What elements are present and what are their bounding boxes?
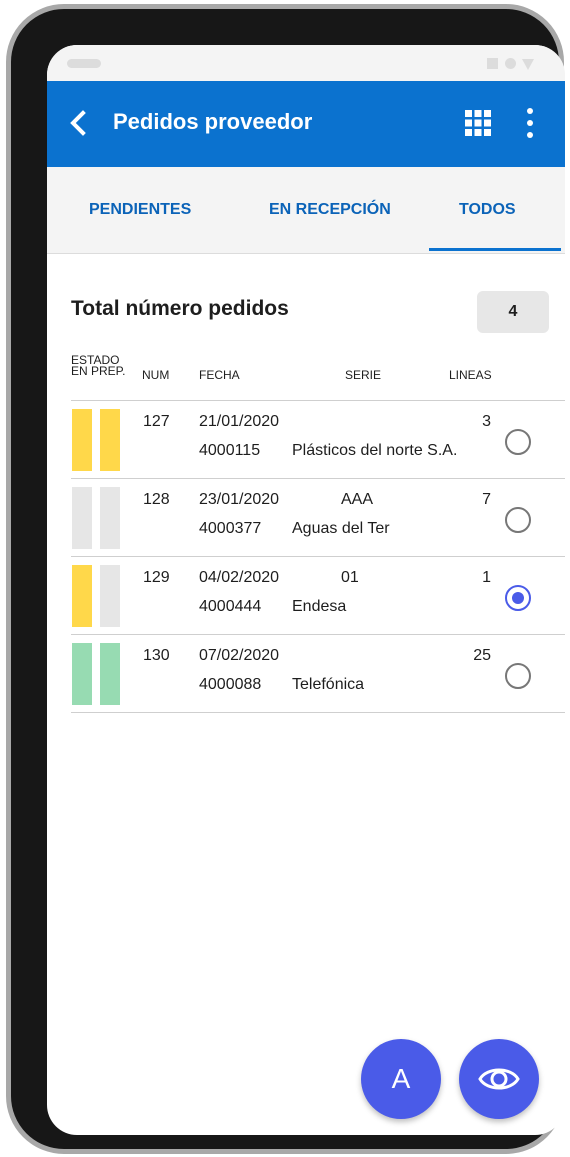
chevron-left-icon[interactable] [61, 105, 97, 141]
col-header-num: NUM [142, 368, 170, 382]
select-radio[interactable] [505, 507, 531, 533]
estado-indicator [72, 487, 92, 549]
supplier-code: 4000088 [199, 676, 262, 693]
tab-pendientes[interactable]: PENDIENTES [89, 201, 191, 219]
order-num: 129 [143, 569, 170, 586]
table-row[interactable]: 130 07/02/2020 25 4000088 Telefónica [71, 635, 565, 713]
order-lineas: 3 [482, 413, 491, 430]
select-radio[interactable] [505, 585, 531, 611]
order-serie: 01 [341, 569, 359, 586]
col-header-fecha: FECHA [199, 368, 240, 382]
total-count-badge: 4 [477, 291, 549, 333]
table-row[interactable]: 127 21/01/2020 3 4000115 Plásticos del norte… [71, 401, 565, 479]
app-bar: Pedidos proveedor [47, 81, 565, 167]
en-prep-indicator [100, 643, 120, 705]
order-date: 23/01/2020 [199, 491, 280, 508]
order-lineas: 25 [473, 647, 491, 664]
supplier-code: 4000444 [199, 598, 262, 615]
en-prep-indicator [100, 409, 120, 471]
page-title: Pedidos proveedor [113, 109, 313, 134]
order-serie: AAA [341, 491, 374, 508]
more-vert-icon[interactable] [523, 107, 537, 139]
row-divider [71, 712, 565, 713]
eye-icon [478, 1068, 520, 1090]
tab-en-recepcion[interactable]: EN RECEPCIÓN [269, 201, 391, 219]
view-button[interactable] [459, 1039, 539, 1119]
camera-pill [67, 59, 101, 68]
order-date: 04/02/2020 [199, 569, 280, 586]
supplier-code: 4000115 [199, 442, 261, 459]
col-header-lineas: LINEAS [449, 368, 492, 382]
estado-indicator [72, 643, 92, 705]
order-date: 21/01/2020 [199, 413, 280, 430]
radio-selected-dot [512, 592, 524, 604]
square-nav-icon [487, 58, 498, 69]
tab-todos[interactable]: TODOS [459, 201, 516, 219]
order-num: 127 [143, 413, 170, 430]
en-prep-indicator [100, 487, 120, 549]
tabs-divider [47, 253, 565, 254]
supplier-name: Telefónica [292, 676, 365, 693]
a-button[interactable]: A [361, 1039, 441, 1119]
order-num: 128 [143, 491, 170, 508]
order-lineas: 7 [482, 491, 491, 508]
col-header-en-prep: EN PREP. [71, 364, 126, 378]
triangle-nav-icon [522, 59, 534, 70]
supplier-name: Aguas del Ter [292, 520, 390, 537]
status-bar [47, 45, 565, 81]
table-row[interactable]: 129 04/02/2020 01 1 4000444 Endesa [71, 557, 565, 635]
total-label: Total número pedidos [71, 297, 289, 320]
tab-bar: PENDIENTES EN RECEPCIÓN TODOS [47, 167, 565, 253]
tab-indicator [429, 248, 561, 251]
grid-icon[interactable] [465, 110, 491, 136]
supplier-name: Plásticos del norte S.A. [292, 442, 458, 459]
estado-indicator [72, 565, 92, 627]
phone-frame: Pedidos proveedor PENDIENTES EN RECEPCIÓ… [6, 4, 565, 1154]
supplier-name: Endesa [292, 598, 347, 615]
en-prep-indicator [100, 565, 120, 627]
supplier-code: 4000377 [199, 520, 262, 537]
order-lineas: 1 [482, 569, 491, 586]
table-row[interactable]: 128 23/01/2020 AAA 7 4000377 Aguas del Ter [71, 479, 565, 557]
order-num: 130 [143, 647, 170, 664]
screen: Pedidos proveedor PENDIENTES EN RECEPCIÓ… [47, 45, 565, 1135]
select-radio[interactable] [505, 663, 531, 689]
col-header-serie: SERIE [345, 368, 382, 382]
estado-indicator [72, 409, 92, 471]
select-radio[interactable] [505, 429, 531, 455]
circle-nav-icon [505, 58, 516, 69]
order-date: 07/02/2020 [199, 647, 280, 664]
